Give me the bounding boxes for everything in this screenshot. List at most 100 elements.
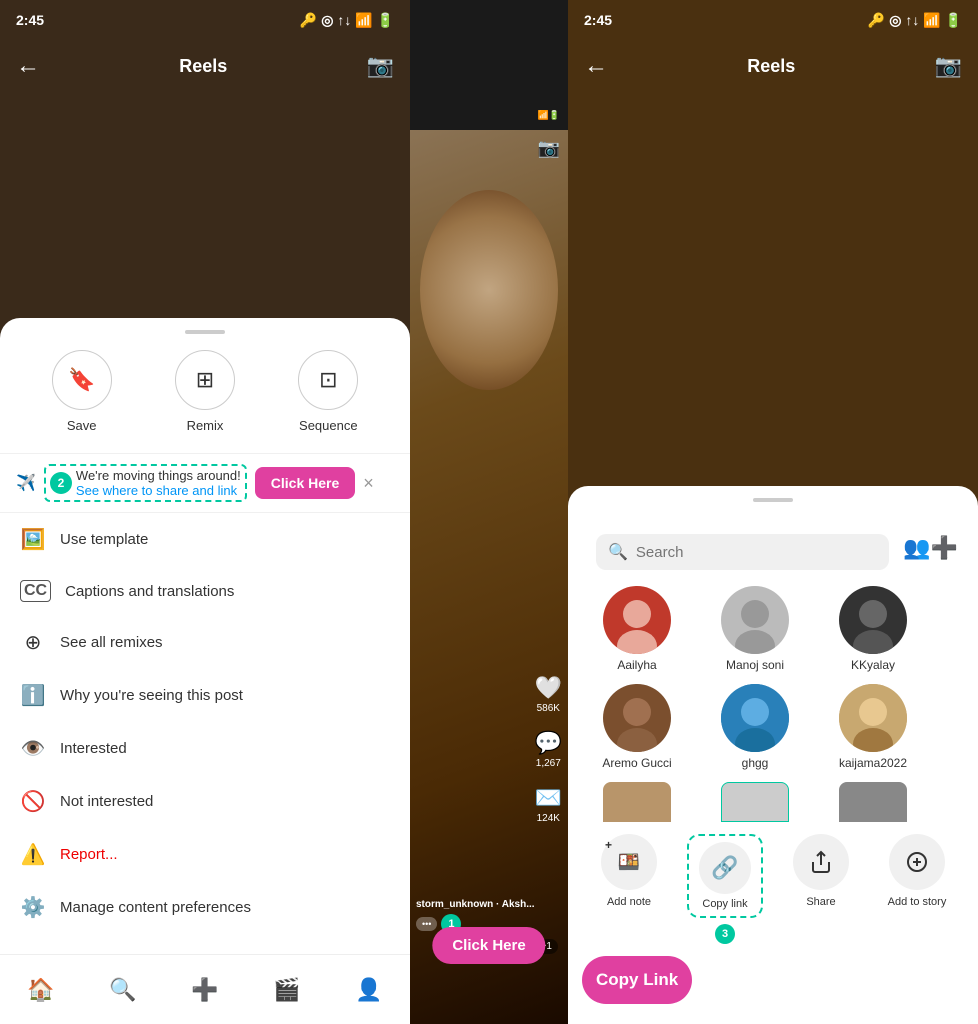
person-aailyha[interactable]: Aailyha [582, 586, 692, 672]
remix-action[interactable]: ⊞ Remix [175, 350, 235, 433]
use-template-item[interactable]: 🖼️ Use template [0, 513, 410, 566]
share-icon-right [793, 834, 849, 890]
sequence-icon: ⊡ [298, 350, 358, 410]
status-bar-middle: 📶🔋 [410, 100, 568, 130]
sheet-handle-right [753, 498, 793, 502]
notice-line2: See where to share and link [76, 483, 241, 498]
search-row: 🔍 👥➕ [568, 518, 978, 586]
person-partial-3 [818, 782, 928, 822]
add-people-icon[interactable]: 👥➕ [903, 535, 958, 561]
top-nav-left: ← Reels 📷 [0, 40, 410, 92]
use-template-label: Use template [60, 531, 148, 548]
avatar-aremo [603, 684, 671, 752]
person-aremo[interactable]: Aremo Gucci [582, 684, 692, 770]
interested-item[interactable]: 👁️ Interested [0, 722, 410, 775]
copy-link-icon: 🔗 [699, 842, 751, 894]
camera-icon-right[interactable]: 📷 [935, 53, 962, 79]
search-input-right[interactable] [636, 544, 877, 561]
info-icon: ℹ️ [20, 683, 46, 708]
sequence-action[interactable]: ⊡ Sequence [298, 350, 358, 433]
captions-icon: CC [20, 580, 51, 602]
name-manoj: Manoj soni [726, 658, 784, 672]
dots-icon: ••• [422, 919, 431, 929]
manage-prefs-item[interactable]: ⚙️ Manage content preferences [0, 881, 410, 934]
right-panel: 2:45 🔑 ◎ ↑↓ 📶 🔋 ← Reels 📷 🔍 👥➕ Aailyha [568, 0, 978, 1024]
see-all-remixes-item[interactable]: ⊕ See all remixes [0, 616, 410, 669]
comment-action[interactable]: 💬 1,267 [535, 730, 562, 769]
save-icon: 🔖 [52, 350, 112, 410]
click-here-middle-container: Click Here [432, 927, 545, 964]
name-ghgg: ghgg [742, 756, 769, 770]
nav-search[interactable]: 🔍 [109, 977, 136, 1003]
avatar-ghgg [721, 684, 789, 752]
person-kkyalay[interactable]: KKyalay [818, 586, 928, 672]
click-here-button-middle[interactable]: Click Here [432, 927, 545, 964]
comments-count: 1,267 [536, 758, 561, 769]
person-kaijama[interactable]: kaijama2022 [818, 684, 928, 770]
sheet-handle-left [185, 330, 225, 334]
status-icons-left: 🔑 ◎ ↑↓ 📶 🔋 [300, 12, 394, 29]
back-button-left[interactable]: ← [16, 52, 40, 80]
copy-link-dashed-box: 🔗 Copy link [687, 834, 763, 918]
nav-add[interactable]: ➕ [191, 977, 218, 1003]
add-note-action[interactable]: 🍱 + Add note [582, 834, 676, 908]
top-nav-right: ← Reels 📷 [568, 40, 978, 92]
back-button-right[interactable]: ← [584, 52, 608, 80]
camera-icon-middle[interactable]: 📷 [538, 138, 560, 159]
person-partial-1 [582, 782, 692, 822]
captions-item[interactable]: CC Captions and translations [0, 566, 410, 616]
add-note-icon: 🍱 + [601, 834, 657, 890]
camera-icon-left[interactable]: 📷 [367, 53, 394, 79]
avatar-manoj [721, 586, 789, 654]
copy-link-button[interactable]: Copy Link [582, 956, 692, 1004]
search-icon-right: 🔍 [608, 542, 628, 562]
not-interested-icon: 🚫 [20, 789, 46, 814]
add-to-story-icon [889, 834, 945, 890]
food-bowl-visual [420, 190, 558, 390]
reels-title-left: Reels [179, 56, 227, 77]
nav-reels[interactable]: 🎬 [273, 977, 300, 1003]
share-action-right[interactable]: Share [774, 834, 868, 908]
click-here-button-notice[interactable]: Click Here [255, 467, 355, 499]
manage-prefs-icon: ⚙️ [20, 895, 46, 920]
search-bar-right: 🔍 [596, 534, 889, 570]
middle-panel: 📶🔋 📷 🤍 586K 💬 1,267 ✉️ 124K storm_unknow… [410, 0, 568, 1024]
status-bar-right: 2:45 🔑 ◎ ↑↓ 📶 🔋 [568, 0, 978, 40]
not-interested-item[interactable]: 🚫 Not interested [0, 775, 410, 828]
status-icons-right: 🔑 ◎ ↑↓ 📶 🔋 [868, 12, 962, 29]
comment-icon: 💬 [535, 730, 562, 756]
save-label: Save [67, 418, 97, 433]
why-seeing-item[interactable]: ℹ️ Why you're seeing this post [0, 669, 410, 722]
person-manoj[interactable]: Manoj soni [700, 586, 810, 672]
avatar-aailyha [603, 586, 671, 654]
action-icons-row: 🔖 Save ⊞ Remix ⊡ Sequence [0, 350, 410, 454]
copy-link-action-container[interactable]: 🔗 Copy link 3 [678, 834, 772, 944]
close-icon-notice[interactable]: × [363, 473, 374, 494]
notice-text: We're moving things around! See where to… [76, 468, 241, 498]
manage-prefs-label: Manage content preferences [60, 899, 251, 916]
remixes-icon: ⊕ [20, 630, 46, 655]
remix-label: Remix [187, 418, 224, 433]
share-sheet-right: 🔍 👥➕ Aailyha Manoj soni [568, 486, 978, 1024]
name-kaijama: kaijama2022 [839, 756, 907, 770]
share-action-reel[interactable]: ✉️ 124K [535, 785, 562, 824]
nav-profile[interactable]: 👤 [355, 977, 382, 1003]
notice-bar: ✈️ 2 We're moving things around! See whe… [0, 454, 410, 513]
report-item[interactable]: ⚠️ Report... [0, 828, 410, 881]
status-bar-left: 2:45 🔑 ◎ ↑↓ 📶 🔋 [0, 0, 410, 40]
person-ghgg[interactable]: ghgg [700, 684, 810, 770]
nav-home[interactable]: 🏠 [27, 977, 54, 1003]
reel-right-actions: 🤍 586K 💬 1,267 ✉️ 124K [535, 675, 562, 824]
people-row-2: Aremo Gucci ghgg kaijama2022 [568, 684, 978, 770]
reels-title-right: Reels [747, 56, 795, 77]
save-action[interactable]: 🔖 Save [52, 350, 112, 433]
sequence-label: Sequence [299, 418, 358, 433]
avatar-partial-1 [603, 782, 671, 822]
not-interested-label: Not interested [60, 793, 153, 810]
report-icon: ⚠️ [20, 842, 46, 867]
like-action[interactable]: 🤍 586K [535, 675, 562, 714]
add-to-story-action[interactable]: Add to story [870, 834, 964, 908]
reel-content: 📷 [410, 130, 568, 1024]
people-row-1: Aailyha Manoj soni KKyalay [568, 586, 978, 672]
likes-count: 586K [537, 703, 560, 714]
